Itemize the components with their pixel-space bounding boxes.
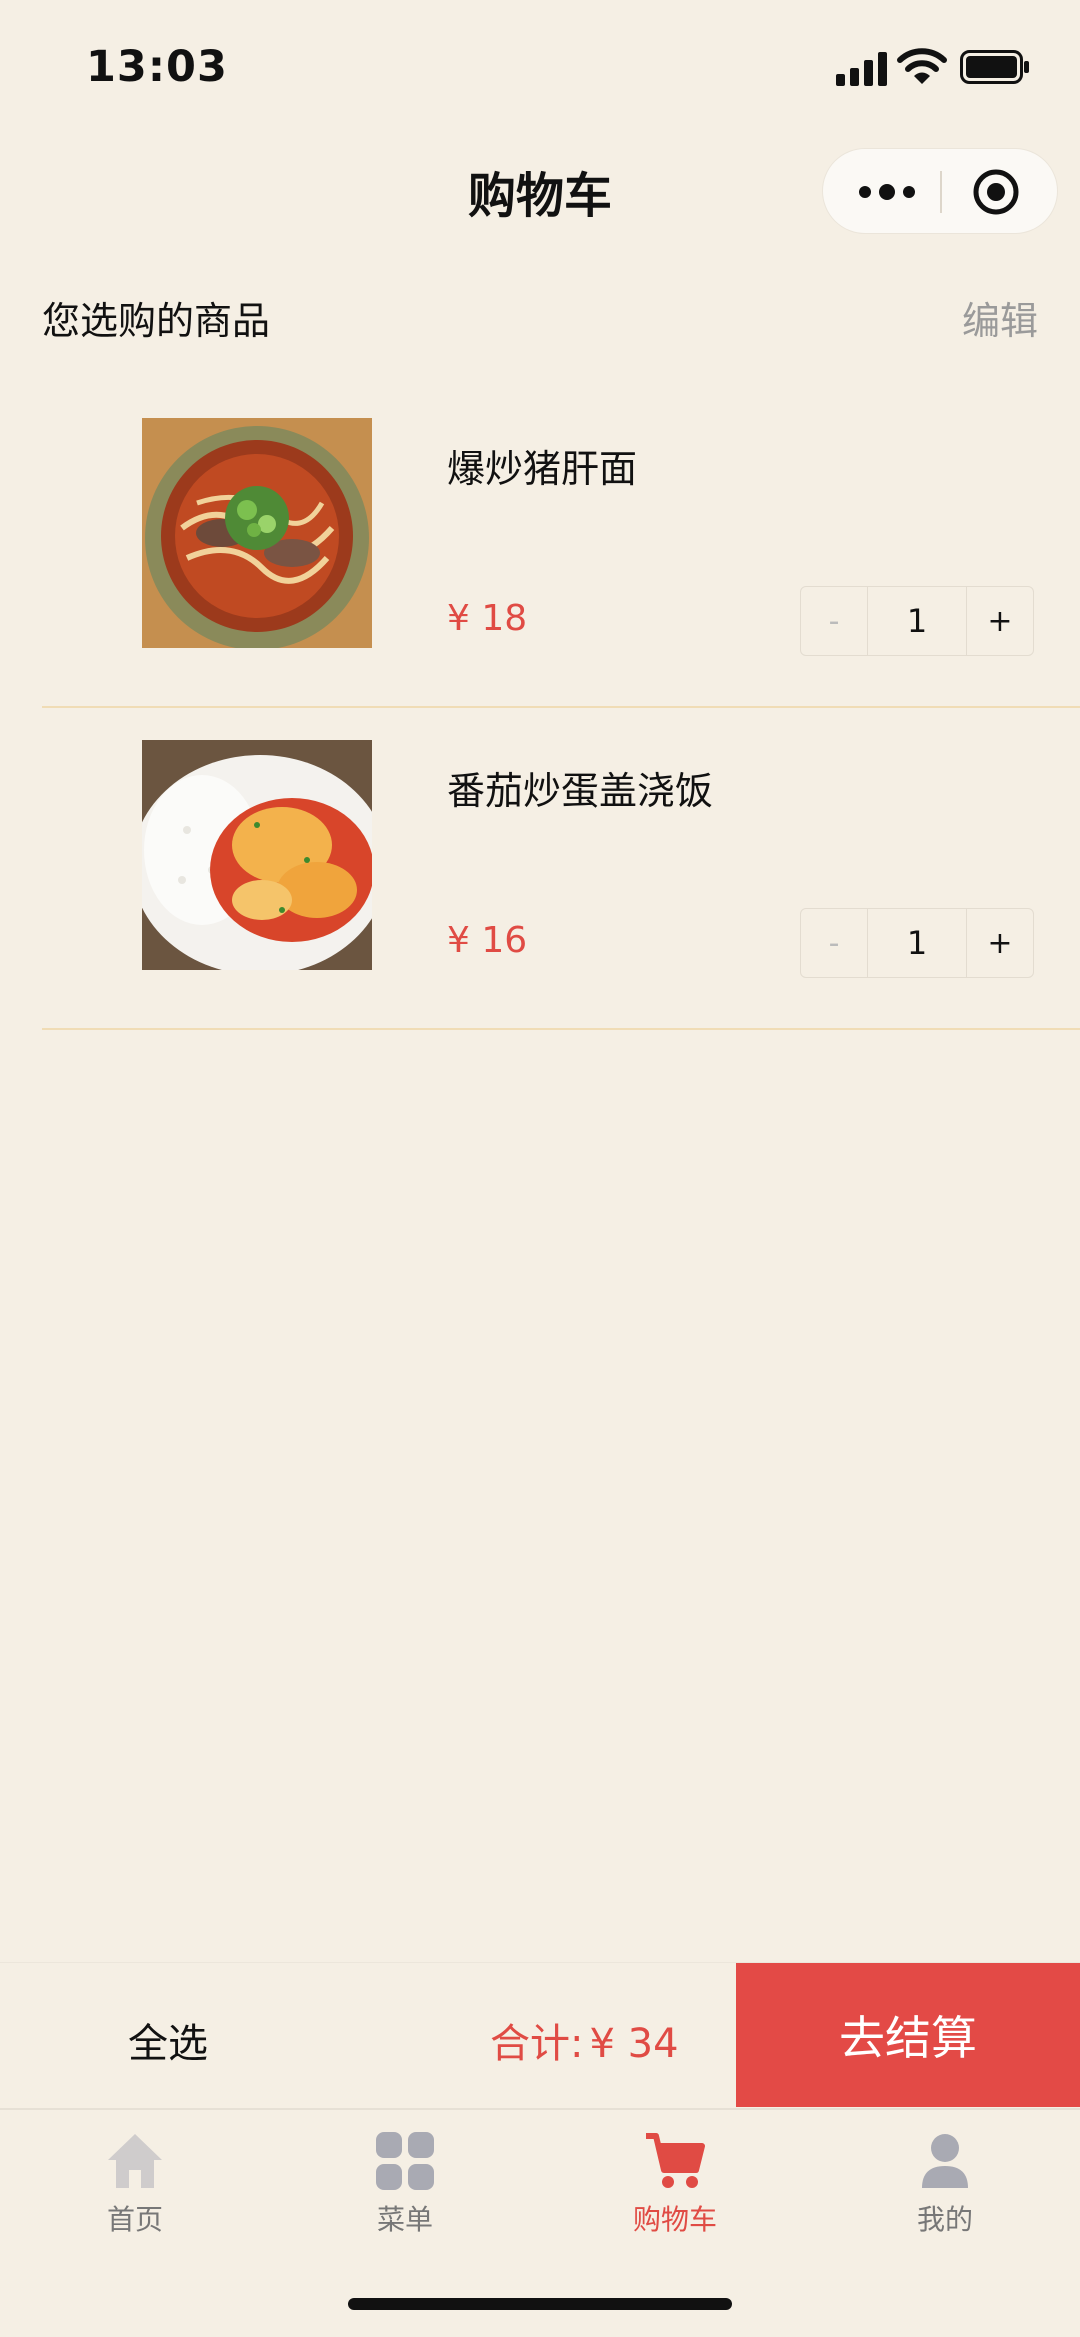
tab-profile[interactable]: 我的 xyxy=(845,2130,1045,2238)
cart-item: 爆炒猪肝面 ¥ 18 - 1 + xyxy=(42,386,1080,708)
total-label: 合计: xyxy=(490,2021,584,2067)
noodle-bowl-image[interactable] xyxy=(142,418,372,648)
person-icon xyxy=(922,2134,968,2188)
item-name: 番茄炒蛋盖浇饭 xyxy=(447,769,714,813)
close-miniprogram-icon[interactable] xyxy=(971,167,1021,217)
miniprogram-capsule xyxy=(822,148,1058,234)
tab-label: 我的 xyxy=(916,2203,973,2236)
increase-button[interactable]: + xyxy=(966,587,1033,655)
tab-label: 菜单 xyxy=(376,2203,433,2236)
home-icon xyxy=(108,2134,162,2188)
tab-label: 购物车 xyxy=(632,2203,717,2236)
cart-page: 13:03 购物车 您选购的商品 编辑 爆炒猪肝面 ¥ 18 - 1 + 番茄炒… xyxy=(0,0,1080,2337)
checkout-bar: 全选 合计: ¥ 34 去结算 xyxy=(0,1962,1080,2108)
more-icon[interactable] xyxy=(857,177,917,207)
item-name: 爆炒猪肝面 xyxy=(447,447,638,491)
wifi-icon xyxy=(897,48,947,84)
cart-item: 番茄炒蛋盖浇饭 ¥ 16 - 1 + xyxy=(42,708,1080,1030)
tab-home[interactable]: 首页 xyxy=(35,2130,235,2238)
edit-button[interactable]: 编辑 xyxy=(962,290,1038,345)
checkout-button[interactable]: 去结算 xyxy=(736,1963,1080,2107)
tab-label: 首页 xyxy=(106,2203,163,2236)
battery-icon xyxy=(960,50,1029,84)
item-price: ¥ 18 xyxy=(447,598,528,639)
decrease-button[interactable]: - xyxy=(801,909,868,977)
select-all-button[interactable]: 全选 xyxy=(128,2011,208,2069)
capsule-divider xyxy=(940,171,942,213)
status-time: 13:03 xyxy=(86,42,228,92)
total-price: 合计: ¥ 34 xyxy=(490,2011,679,2069)
quantity-stepper: - 1 + xyxy=(800,586,1034,656)
signal-icon xyxy=(836,52,887,86)
increase-button[interactable]: + xyxy=(966,909,1033,977)
tab-menu[interactable]: 菜单 xyxy=(305,2130,505,2238)
section-title: 您选购的商品 xyxy=(42,299,271,343)
status-bar: 13:03 xyxy=(0,0,1080,130)
home-indicator xyxy=(348,2298,732,2310)
quantity-value[interactable]: 1 xyxy=(868,587,966,655)
quantity-stepper: - 1 + xyxy=(800,908,1034,978)
decrease-button[interactable]: - xyxy=(801,587,868,655)
tab-cart[interactable]: 购物车 xyxy=(575,2130,775,2238)
tomato-egg-rice-image[interactable] xyxy=(142,740,372,970)
quantity-value[interactable]: 1 xyxy=(868,909,966,977)
cart-icon xyxy=(646,2133,705,2188)
item-price: ¥ 16 xyxy=(447,920,528,961)
total-value: ¥ 34 xyxy=(589,2021,679,2067)
grid-icon xyxy=(376,2132,434,2190)
cart-list: 爆炒猪肝面 ¥ 18 - 1 + 番茄炒蛋盖浇饭 ¥ 16 - 1 + xyxy=(0,386,1080,1030)
